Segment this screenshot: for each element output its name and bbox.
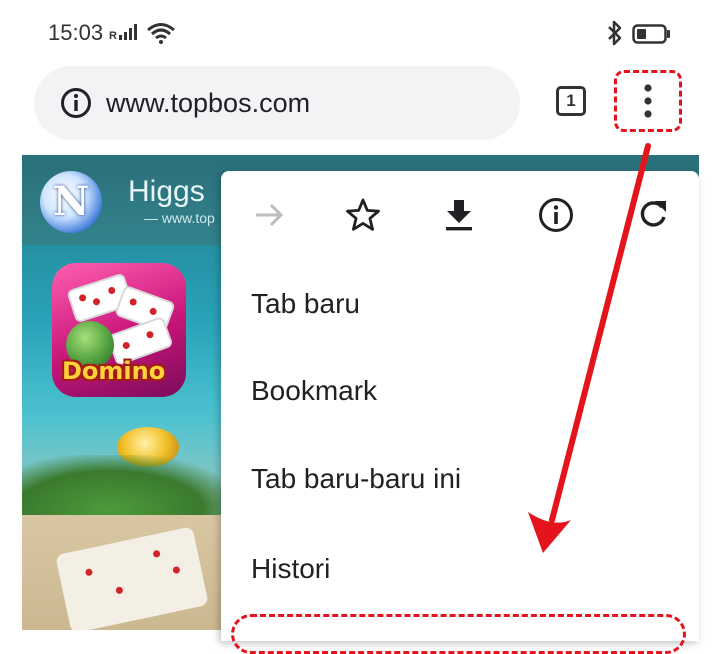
red-arrow-annotation: [528, 143, 651, 553]
